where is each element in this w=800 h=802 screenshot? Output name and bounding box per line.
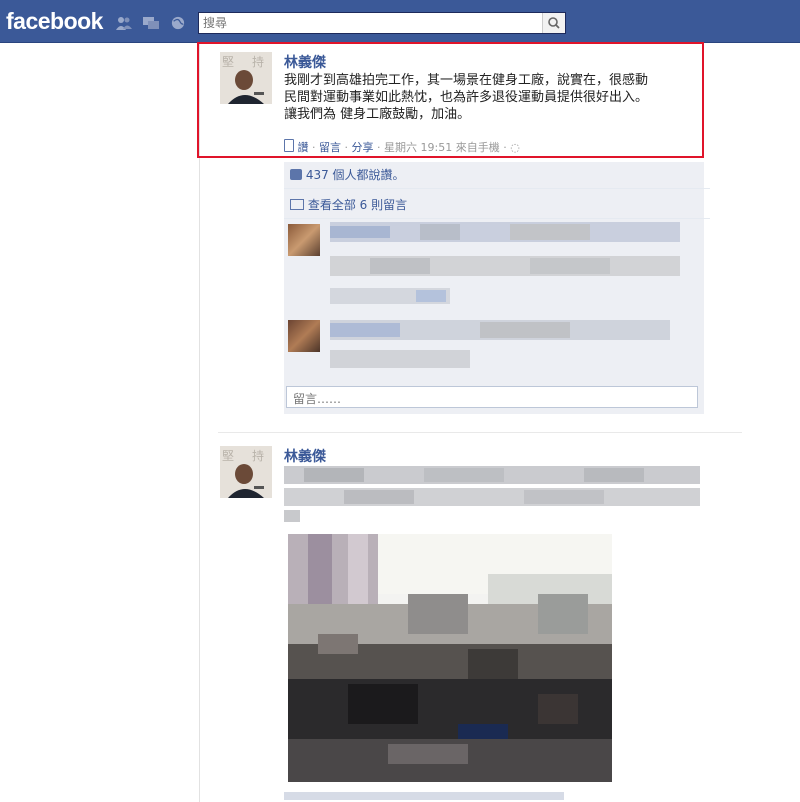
view-comments-row[interactable]: 查看全部 6 則留言	[284, 192, 710, 219]
post-author-name[interactable]: 林義傑	[284, 446, 326, 466]
blurred-meta-line	[284, 792, 564, 800]
search-input[interactable]	[203, 14, 533, 32]
svg-text:持: 持	[252, 448, 264, 463]
friends-icon[interactable]	[116, 16, 132, 30]
comment-bubble-icon	[290, 199, 304, 210]
post-separator	[218, 432, 742, 433]
blurred-comment	[330, 222, 680, 304]
author-avatar[interactable]: 堅 持	[220, 446, 272, 498]
thumbs-up-icon	[290, 169, 302, 180]
likes-count[interactable]: 437 個人都說讚。	[306, 168, 405, 182]
blurred-post-message	[284, 466, 700, 522]
search-icon	[548, 17, 560, 29]
svg-text:堅: 堅	[222, 449, 234, 463]
top-navigation-bar: facebook	[0, 0, 800, 43]
post2-meta-blurred	[284, 792, 564, 800]
commenter-avatar[interactable]	[288, 320, 320, 352]
likes-row: 437 個人都說讚。	[284, 162, 710, 189]
view-all-comments-link[interactable]: 查看全部 6 則留言	[308, 198, 407, 212]
facebook-logo[interactable]: facebook	[6, 8, 103, 35]
commenter-avatar[interactable]	[288, 224, 320, 256]
messages-icon[interactable]	[143, 16, 159, 30]
post-photo[interactable]	[288, 534, 612, 782]
notifications-globe-icon[interactable]	[170, 16, 186, 30]
highlight-frame	[197, 42, 704, 158]
search-button[interactable]	[542, 13, 565, 33]
blurred-comment	[330, 320, 670, 368]
comment-input[interactable]: 留言……	[286, 386, 698, 408]
search-bar[interactable]	[198, 12, 566, 34]
